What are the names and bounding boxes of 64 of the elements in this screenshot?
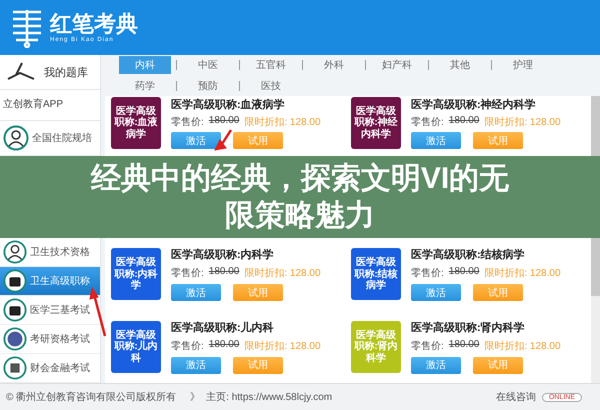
course-title: 医学高级职称:肾内科学 bbox=[411, 320, 526, 335]
discount-price: 限时折扣: 128.00 bbox=[484, 116, 561, 129]
retail-price: 180.00 bbox=[208, 266, 240, 280]
price-label: 零售价: bbox=[411, 340, 444, 353]
price-label: 零售价: bbox=[411, 116, 444, 129]
book-cover[interactable]: 医学高级职称:内科学 bbox=[111, 248, 161, 300]
activate-button[interactable]: 激活 bbox=[171, 356, 221, 374]
retail-price: 180.00 bbox=[208, 338, 240, 352]
retail-price: 180.00 bbox=[448, 266, 480, 280]
category-tab[interactable]: 外科 bbox=[308, 56, 360, 74]
category-tab[interactable]: 其他 bbox=[434, 56, 486, 74]
course-title: 医学高级职称:神经内科学 bbox=[411, 98, 537, 112]
course-title: 医学高级职称:血液病学 bbox=[171, 98, 286, 112]
copyright-text: © 衢州立创教育咨询有限公司版权所有 bbox=[6, 390, 176, 404]
category-tab[interactable]: 护理 bbox=[497, 56, 549, 74]
category-tab[interactable]: 药学 bbox=[119, 77, 171, 95]
discount-price: 限时折扣: 128.00 bbox=[484, 340, 561, 353]
course-title: 医学高级职称:儿内科 bbox=[171, 320, 275, 335]
price-label: 零售价: bbox=[171, 340, 204, 353]
sidebar-item[interactable]: 考研资格考试 bbox=[0, 325, 100, 354]
discount-price: 限时折扣: 128.00 bbox=[244, 266, 321, 280]
category-tab[interactable]: 中医 bbox=[182, 56, 234, 74]
separator-text: 》 bbox=[190, 391, 200, 404]
scrollbar[interactable] bbox=[591, 96, 600, 156]
category-tab[interactable]: 妇产科 bbox=[371, 56, 423, 74]
scrollbar[interactable] bbox=[591, 238, 600, 383]
retail-price: 180.00 bbox=[448, 115, 480, 128]
doctor-icon bbox=[3, 240, 27, 264]
course-title: 医学高级职称:结核病学 bbox=[411, 248, 526, 262]
book-cover[interactable]: 医学高级职称:结核病学 bbox=[351, 248, 401, 300]
course-title: 医学高级职称:内科学 bbox=[171, 248, 275, 262]
activate-button[interactable]: 激活 bbox=[411, 132, 461, 149]
book-cover[interactable]: 医学高级职称:儿内科 bbox=[111, 320, 161, 373]
category-tab[interactable]: 医技 bbox=[245, 77, 297, 95]
discount-price: 限时折扣: 128.00 bbox=[484, 266, 561, 280]
logo-title: 红笔考典 bbox=[50, 12, 138, 36]
activate-button[interactable]: 激活 bbox=[411, 356, 461, 374]
activate-button[interactable]: 激活 bbox=[171, 132, 221, 149]
consult-link[interactable]: 在线咨询 bbox=[496, 390, 536, 404]
price-label: 零售价: bbox=[171, 267, 204, 280]
discount-price: 限时折扣: 128.00 bbox=[244, 340, 321, 353]
book-cover[interactable]: 医学高级职称:神经内科学 bbox=[351, 97, 401, 149]
category-tab[interactable]: 内科 bbox=[119, 56, 171, 74]
arrow bbox=[89, 286, 106, 336]
price-label: 零售价: bbox=[171, 116, 204, 129]
category-tab[interactable]: 五官科 bbox=[245, 56, 297, 74]
pen-logo-icon bbox=[10, 8, 44, 48]
sidebar-item[interactable]: 医学三基考试 bbox=[0, 296, 100, 325]
section-heading: 立创教育APP bbox=[0, 90, 100, 121]
banner-text: 限策略魅力 bbox=[225, 198, 375, 234]
sidebar-item[interactable]: 卫生高级职称 bbox=[0, 267, 100, 296]
arrow bbox=[214, 129, 232, 151]
homepage-link[interactable]: 主页: https://www.58lcjy.com bbox=[206, 390, 332, 404]
banner-text: 经典中的经典，探索文明VI的无 bbox=[90, 160, 510, 196]
doctor-icon bbox=[3, 125, 29, 151]
retail-price: 180.00 bbox=[208, 115, 240, 128]
price-label: 零售价: bbox=[411, 267, 444, 280]
category-tab[interactable]: 预防 bbox=[182, 77, 234, 95]
retail-price: 180.00 bbox=[448, 338, 480, 352]
activate-button[interactable]: 激活 bbox=[411, 284, 461, 302]
discount-price: 限时折扣: 128.00 bbox=[244, 116, 321, 129]
activate-button[interactable]: 激活 bbox=[171, 284, 221, 302]
library-item[interactable]: 我的题库 bbox=[0, 55, 100, 90]
book-cover[interactable]: 医学高级职称:血液病学 bbox=[111, 97, 161, 149]
